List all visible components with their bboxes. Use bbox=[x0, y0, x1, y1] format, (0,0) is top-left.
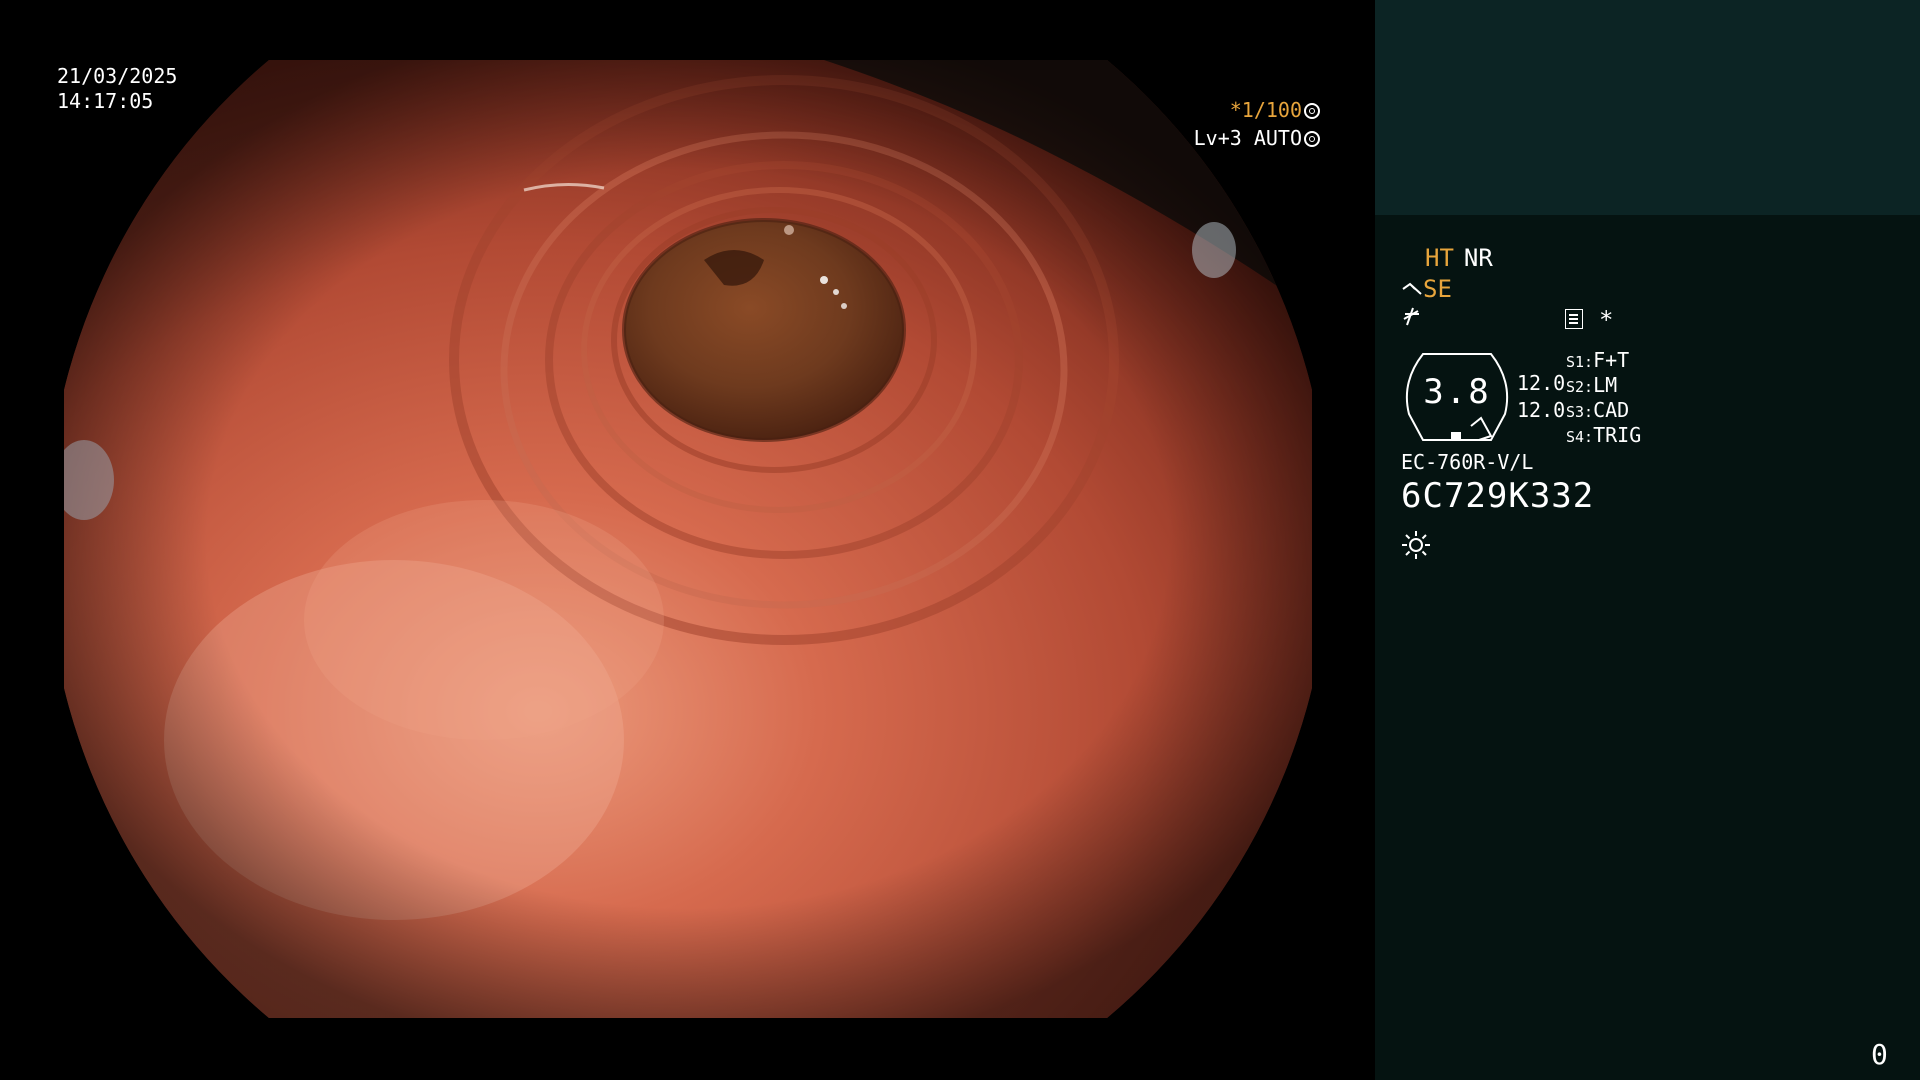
se-indicator: SE bbox=[1423, 275, 1452, 303]
switch-key: S4: bbox=[1566, 428, 1594, 446]
ht-indicator: HT bbox=[1425, 244, 1454, 272]
switch-key: S1: bbox=[1566, 353, 1594, 371]
switch-value: F+T bbox=[1593, 348, 1630, 372]
switch-value: LM bbox=[1593, 373, 1618, 397]
thumbnail-area bbox=[1375, 0, 1920, 215]
enhance-row bbox=[1401, 305, 1423, 333]
zoom-badge: 3.8 bbox=[1401, 352, 1513, 442]
shutter-icon bbox=[1304, 103, 1320, 119]
endoscope-image-render bbox=[64, 60, 1312, 1018]
switch-4: S4:TRIG bbox=[1566, 423, 1641, 447]
endoscope-image bbox=[64, 60, 1312, 1018]
exposure-readout: *1/100 Lv+3 AUTO bbox=[1150, 98, 1320, 158]
se-row: SE bbox=[1401, 275, 1452, 303]
switch-3: S3:CAD bbox=[1566, 398, 1629, 422]
endoscopy-screen: 21/03/2025 14:17:05 *1/100 Lv+3 AUTO HT N… bbox=[0, 0, 1920, 1080]
time-text: 14:17:05 bbox=[57, 89, 154, 113]
image-counter: 0 bbox=[1871, 1038, 1888, 1071]
scope-serial: 6C729K332 bbox=[1401, 476, 1595, 516]
range-bottom-value: 12.0 bbox=[1517, 398, 1566, 422]
scope-model: EC-760R-V/L bbox=[1401, 450, 1534, 474]
zoom-value: 3.8 bbox=[1423, 372, 1491, 412]
iris-icon bbox=[1304, 131, 1320, 147]
date-text: 21/03/2025 bbox=[57, 64, 178, 88]
status-panel: HT NR SE * 3.8 12.0 12.0 S1:F+T S2:LM S3:… bbox=[1375, 0, 1920, 1080]
star-indicator: * bbox=[1599, 306, 1614, 334]
nr-indicator: NR bbox=[1463, 244, 1493, 272]
enhance-icon bbox=[1403, 307, 1419, 326]
menu-icon bbox=[1565, 309, 1583, 329]
scope-mode-icon bbox=[1402, 282, 1422, 295]
switch-value: CAD bbox=[1593, 398, 1630, 422]
switch-key: S3: bbox=[1566, 403, 1594, 421]
ht-nr-row: HT NR bbox=[1425, 244, 1493, 272]
shutter-text: *1/100 bbox=[1229, 98, 1302, 122]
range-top-value: 12.0 bbox=[1517, 371, 1566, 395]
switch-1: S1:F+T bbox=[1566, 348, 1629, 372]
switch-value: TRIG bbox=[1593, 423, 1642, 447]
switch-2: S2:LM bbox=[1566, 373, 1617, 397]
light-level-text: Lv+3 AUTO bbox=[1193, 126, 1302, 150]
sun-icon bbox=[1401, 530, 1431, 560]
switch-key: S2: bbox=[1566, 378, 1594, 396]
date-time-readout: 21/03/2025 14:17:05 bbox=[57, 64, 177, 114]
light-level-row: Lv+3 AUTO bbox=[1194, 126, 1320, 151]
shutter-row: *1/100 bbox=[1230, 98, 1320, 123]
